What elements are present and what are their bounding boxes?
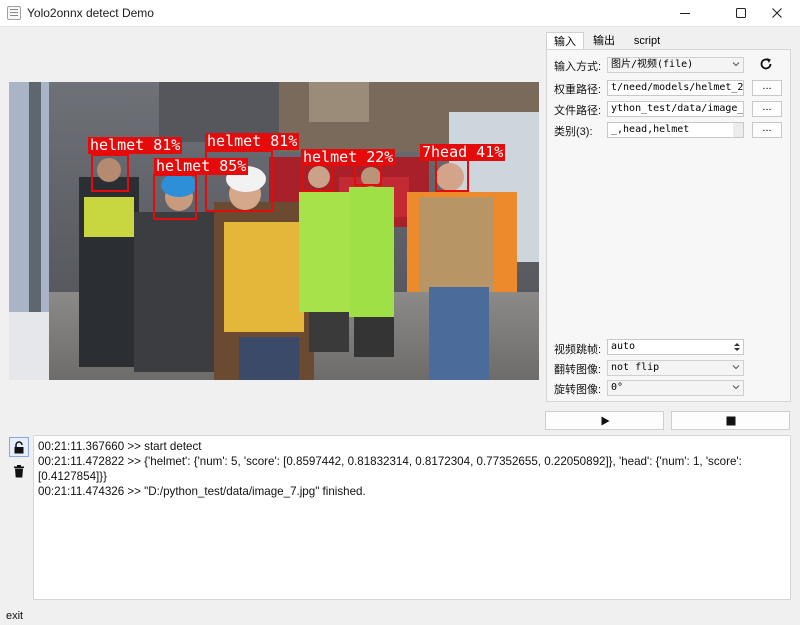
minimize-icon [680,13,690,14]
play-button[interactable] [545,411,664,430]
detection-image: helmet 81% helmet 81% helmet 85% helmet … [9,82,539,380]
chevron-down-icon [732,385,740,390]
weights-browse-button[interactable]: ... [752,80,782,96]
log-line: 00:21:11.367660 >> start detect [38,440,202,453]
log-output[interactable]: 00:21:11.367660 >> start detect 00:21:11… [33,435,791,600]
lock-log-button[interactable] [9,437,29,457]
chevron-down-icon [732,365,740,370]
detection-box [354,164,382,186]
status-text: exit [6,610,24,622]
detection-box [435,158,469,192]
tab-output[interactable]: 输出 [586,32,622,50]
frame-skip-value: auto [611,341,636,352]
input-mode-value: 图片/视频(file) [611,59,694,70]
classes-browse-button[interactable]: ... [752,122,782,138]
lock-icon [14,440,24,453]
scene-illustration [9,82,539,380]
log-line: 00:21:11.472822 >> {'helmet': {'num': 5,… [38,455,742,483]
maximize-icon [736,8,746,18]
stop-icon [726,416,735,425]
flip-image-select[interactable]: not flip [607,360,744,376]
spin-arrows-icon[interactable] [732,341,742,353]
detection-label: helmet 81% [88,136,183,154]
input-mode-select[interactable]: 图片/视频(file) [607,57,744,73]
detection-label: helmet 85% [154,157,249,175]
detection-box [91,154,129,192]
title-bar: Yolo2onnx detect Demo [0,0,800,27]
weights-path-field[interactable]: t/need/models/helmet_2.onnx [607,80,744,96]
detection-label: helmet 22% [301,148,396,166]
flip-image-label: 翻转图像: [554,364,602,376]
detection-label: helmet 81% [205,132,300,150]
tab-script[interactable]: script [626,32,668,50]
frame-skip-label: 视频跳帧: [554,344,602,356]
classes-scrollbar[interactable] [733,123,743,137]
tab-input[interactable]: 输入 [546,32,584,50]
chevron-down-icon [732,62,740,67]
frame-skip-spinbox[interactable]: auto [607,339,744,355]
close-icon [772,8,782,18]
input-mode-label: 输入方式: [554,61,602,73]
rotate-image-select[interactable]: 0° [607,380,744,396]
clear-log-button[interactable] [9,461,29,481]
detection-box [153,174,197,220]
flip-image-value: not flip [611,362,660,373]
classes-field[interactable]: _,head,helmet [607,122,744,138]
input-panel: 输入方式: 图片/视频(file) 权重路径: t/need/models/he… [546,49,791,402]
refresh-icon[interactable] [759,57,773,71]
classes-value: _,head,helmet [611,124,690,135]
trash-icon [14,464,24,477]
play-icon [601,416,609,425]
detection-box [301,164,333,192]
rotate-image-value: 0° [611,382,624,393]
close-button[interactable] [754,0,800,26]
file-browse-button[interactable]: ... [752,101,782,117]
classes-label: 类别(3): [554,126,593,138]
app-icon [7,6,21,20]
rotate-image-label: 旋转图像: [554,384,602,396]
window-title: Yolo2onnx detect Demo [27,6,154,20]
file-path-field[interactable]: ython_test/data/image_7.jpg [607,101,744,117]
weights-path-label: 权重路径: [554,84,602,96]
minimize-button[interactable] [662,0,708,26]
stop-button[interactable] [671,411,790,430]
log-line: 00:21:11.474326 >> "D:/python_test/data/… [38,485,366,498]
detection-label: 7head 41% [420,143,506,161]
file-path-label: 文件路径: [554,105,602,117]
